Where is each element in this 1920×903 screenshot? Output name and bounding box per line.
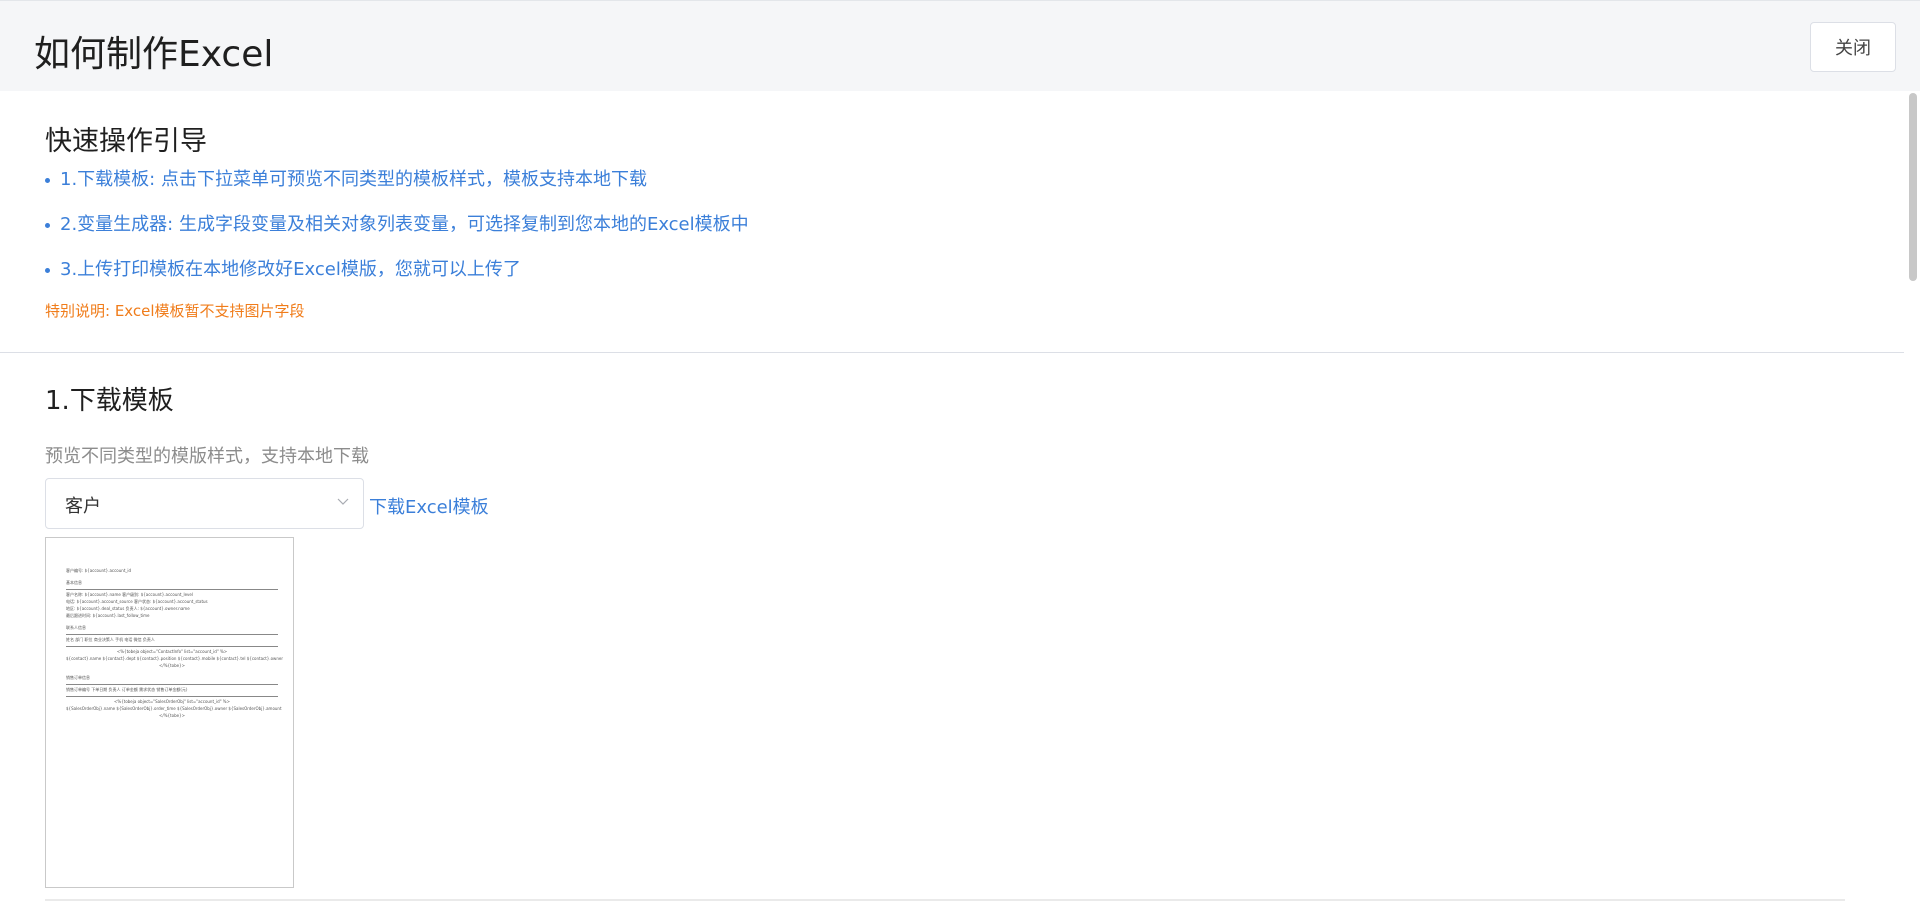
preview-line: 销售订单编号 下单日期 负责人 订单金额 需求状态 销售订单金额(元) xyxy=(66,687,188,692)
section-title: 1.下载模板 xyxy=(45,386,174,416)
special-note: 特别说明: Excel模板暂不支持图片字段 xyxy=(45,302,305,320)
preview-line: 电话: ${account}.account_source 客户状态: ${ac… xyxy=(66,599,208,604)
template-preview-image: 客户编号: ${account}.account_id 基本信息 客户名称: $… xyxy=(45,537,294,888)
guide-steps-list: 1.下载模板: 点击下拉菜单可预览不同类型的模板样式，模板支持本地下载 2.变量… xyxy=(45,166,749,301)
preview-line: 姓名 部门 职位 商业决策人 手机 电话 微信 负责人 xyxy=(66,637,155,642)
preview-line: <%{tobeja object="ContactInfo" list="acc… xyxy=(116,649,228,654)
preview-line: 基本信息 xyxy=(66,580,82,585)
scrollbar-thumb[interactable] xyxy=(1909,93,1917,281)
preview-line: </%{tobe}> xyxy=(159,663,185,668)
template-type-select[interactable]: 客户 xyxy=(45,478,364,529)
preview-line: 销售订单信息 xyxy=(66,675,90,680)
guide-step: 2.变量生成器: 生成字段变量及相关对象列表变量，可选择复制到您本地的Excel… xyxy=(45,211,749,256)
guide-title: 快速操作引导 xyxy=(45,126,207,157)
select-value: 客户 xyxy=(65,496,101,517)
preview-line: 客户名称: ${account}.name 客户级别: ${account}.a… xyxy=(66,592,193,597)
preview-line: ${contact}.name ${contact}.dept ${contac… xyxy=(66,656,283,661)
preview-line: 联系人信息 xyxy=(66,625,86,630)
header-bar: 如何制作Excel 关闭 xyxy=(0,0,1920,91)
preview-line: </%{tobe}> xyxy=(159,713,185,718)
download-excel-template-link[interactable]: 下载Excel模板 xyxy=(369,493,489,519)
download-template-section: 1.下载模板 预览不同类型的模版样式，支持本地下载 客户 下载Excel模板 客… xyxy=(0,354,1904,903)
guide-step: 3.上传打印模板在本地修改好Excel模版，您就可以上传了 xyxy=(45,256,749,301)
preview-document: 客户编号: ${account}.account_id 基本信息 客户名称: $… xyxy=(66,568,283,720)
page-title: 如何制作Excel xyxy=(34,34,274,75)
chevron-down-icon xyxy=(337,498,349,505)
preview-line: 最后跟进时间: ${account}.last_follow_time xyxy=(66,613,150,618)
preview-line: <%{tobeja object="SalesOrderObj" list="a… xyxy=(114,699,230,704)
section-description: 预览不同类型的模版样式，支持本地下载 xyxy=(45,446,369,467)
preview-line: 地区: ${account}.deal_status 负责人: ${accoun… xyxy=(66,606,190,611)
preview-line: ${SalesOrderObj}.name ${SalesOrderObj}.o… xyxy=(66,706,282,711)
close-button[interactable]: 关闭 xyxy=(1810,22,1896,72)
quick-guide-panel: 快速操作引导 1.下载模板: 点击下拉菜单可预览不同类型的模板样式，模板支持本地… xyxy=(0,91,1904,353)
guide-step: 1.下载模板: 点击下拉菜单可预览不同类型的模板样式，模板支持本地下载 xyxy=(45,166,749,211)
divider xyxy=(45,899,1845,901)
preview-line: 客户编号: ${account}.account_id xyxy=(66,568,132,573)
